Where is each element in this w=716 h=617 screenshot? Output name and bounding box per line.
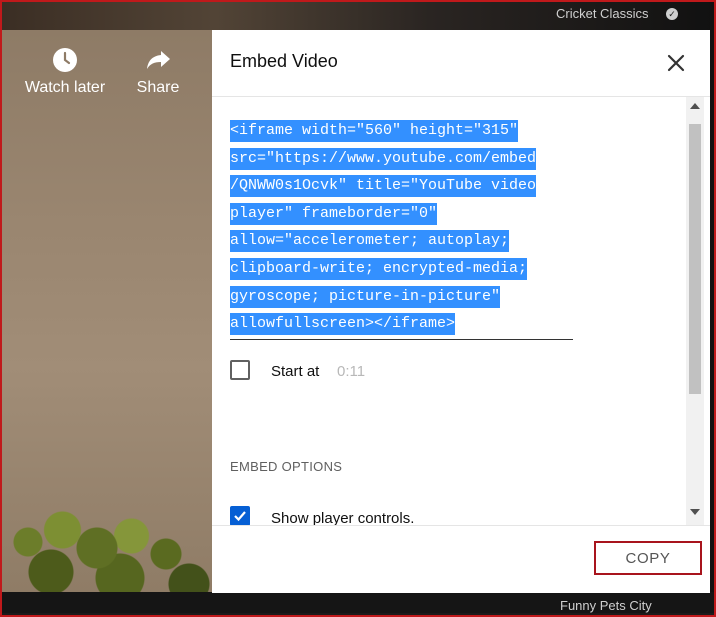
watch-later-button[interactable]: Watch later (22, 45, 108, 97)
share-label: Share (136, 79, 180, 96)
close-icon (667, 54, 685, 72)
moss-image (2, 482, 212, 592)
code-line: clipboard-write; encrypted-media; (230, 255, 573, 283)
code-line: allow="accelerometer; autoplay; (230, 227, 573, 255)
dialog-content: <iframe width="560" height="315" src="ht… (212, 97, 686, 525)
watch-later-label: Watch later (24, 79, 106, 96)
dialog-title: Embed Video (230, 51, 338, 71)
channel-name-bottom: Funny Pets City (560, 598, 652, 613)
start-at-time: 0:11 (337, 363, 366, 380)
background-edge (710, 30, 714, 592)
dialog-footer: COPY (212, 525, 710, 593)
code-line: src="https://www.youtube.com/embed (230, 145, 573, 173)
code-line: allowfullscreen></iframe> (230, 310, 573, 338)
start-at-checkbox[interactable] (230, 360, 250, 380)
code-line: /QNWW0s1Ocvk" title="YouTube video (230, 172, 573, 200)
code-line: player" frameborder="0" (230, 200, 573, 228)
show-player-controls-label: Show player controls. (271, 510, 415, 525)
start-at-label: Start at (271, 363, 320, 380)
copy-button[interactable]: COPY (594, 541, 702, 575)
content-scrollbar[interactable] (686, 97, 704, 525)
code-line: <iframe width="560" height="315" (230, 117, 573, 145)
scroll-down-arrow[interactable] (690, 509, 700, 515)
embed-dialog: Embed Video <iframe width="560" height="… (212, 30, 710, 593)
top-video-strip: Cricket Classics ✓ (2, 2, 714, 30)
show-player-controls-checkbox[interactable] (230, 506, 250, 525)
video-preview (2, 30, 212, 592)
scroll-up-arrow[interactable] (690, 103, 700, 109)
channel-name-top: Cricket Classics (556, 6, 649, 21)
close-button[interactable] (663, 50, 689, 76)
check-icon (234, 511, 246, 522)
scroll-thumb[interactable] (689, 124, 701, 394)
clock-icon (50, 45, 80, 75)
share-button[interactable]: Share (132, 45, 184, 97)
bottom-video-strip: Funny Pets City (2, 592, 714, 613)
dialog-header: Embed Video (212, 30, 710, 97)
embed-options-heading: EMBED OPTIONS (230, 459, 343, 474)
code-line: gyroscope; picture-in-picture" (230, 283, 573, 311)
verified-icon: ✓ (666, 8, 678, 20)
embed-code-textarea[interactable]: <iframe width="560" height="315" src="ht… (230, 117, 573, 340)
share-arrow-icon (143, 45, 173, 75)
